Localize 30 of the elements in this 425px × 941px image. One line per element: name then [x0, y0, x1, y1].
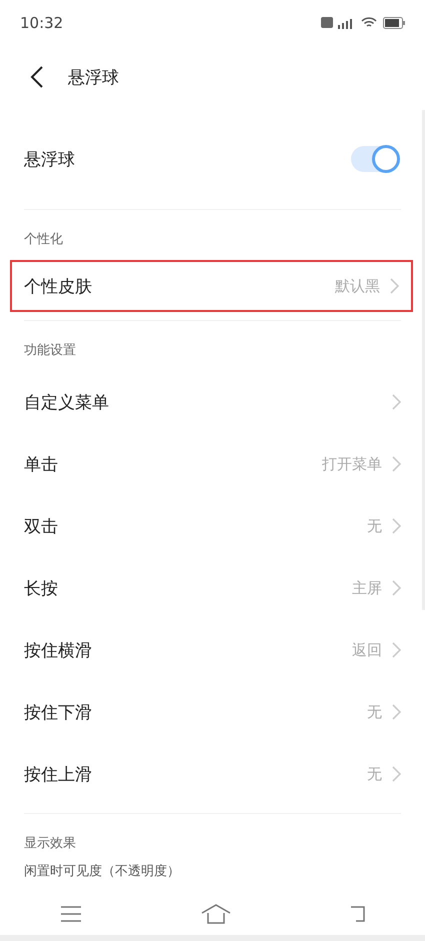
setting-row[interactable]: 长按 主屏: [0, 557, 425, 619]
section-title: 显示效果: [23, 835, 77, 853]
toggle-switch[interactable]: [351, 146, 399, 172]
section-title: 功能设置: [23, 342, 77, 360]
section-title: 个性化: [23, 231, 64, 249]
setting-label: 悬浮球: [24, 148, 75, 170]
signal-icon: [321, 16, 355, 30]
page-title: 悬浮球: [68, 66, 119, 88]
menu-icon[interactable]: [60, 906, 82, 922]
chevron-right-icon: [392, 518, 401, 534]
setting-row[interactable]: 双击 无: [0, 495, 425, 557]
battery-icon: [383, 16, 405, 28]
setting-row[interactable]: 自定义菜单: [0, 371, 425, 433]
chevron-right-icon: [392, 394, 401, 410]
setting-row[interactable]: 按住上滑 无: [0, 743, 425, 805]
chevron-right-icon: [390, 278, 399, 294]
chevron-right-icon: [392, 580, 401, 596]
chevron-right-icon: [392, 456, 401, 472]
setting-row[interactable]: 按住横滑 返回: [0, 619, 425, 681]
back-nav-icon[interactable]: [350, 905, 366, 923]
chevron-right-icon: [392, 766, 401, 782]
setting-row[interactable]: 单击 打开菜单: [0, 433, 425, 495]
highlighted-setting-row[interactable]: 个性皮肤 默认黑: [10, 260, 413, 312]
setting-label: 闲置时可见度（不透明度）: [24, 863, 180, 880]
setting-row[interactable]: 按住下滑 无: [0, 681, 425, 743]
chevron-right-icon: [392, 642, 401, 658]
chevron-right-icon: [392, 704, 401, 720]
home-icon[interactable]: [200, 904, 230, 924]
wifi-icon: [361, 16, 377, 29]
status-time: 10:32: [20, 14, 64, 32]
